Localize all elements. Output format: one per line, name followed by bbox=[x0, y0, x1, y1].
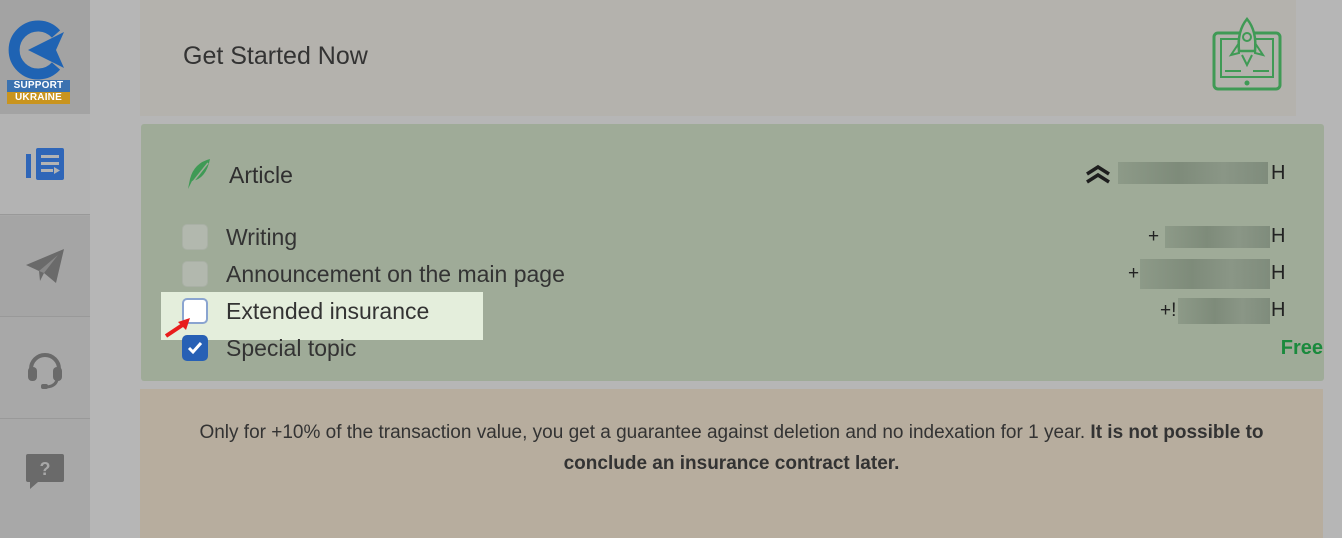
info-text-regular: Only for +10% of the transaction value, … bbox=[199, 422, 1091, 443]
blurred-price bbox=[1165, 226, 1270, 248]
logo-line1: SUPPORT bbox=[7, 80, 70, 92]
option-writing[interactable]: Writing + H bbox=[182, 222, 1286, 252]
announcement-checkbox[interactable] bbox=[182, 261, 208, 287]
help-question-icon: ? bbox=[26, 453, 64, 489]
free-price-label: Free bbox=[1280, 337, 1323, 359]
article-price-currency: H bbox=[1271, 162, 1286, 184]
chevron-double-up-icon[interactable] bbox=[1084, 162, 1112, 184]
sidebar: SUPPORT UKRAINE ? bbox=[0, 0, 90, 538]
paper-plane-icon bbox=[26, 249, 64, 283]
header-card: Get Started Now bbox=[140, 0, 1296, 116]
info-card: Only for +10% of the transaction value, … bbox=[140, 389, 1323, 538]
help-glyph: ? bbox=[40, 459, 51, 479]
support-ukraine-badge: SUPPORT UKRAINE bbox=[7, 80, 70, 104]
option-announcement[interactable]: Announcement on the main page + H bbox=[182, 259, 1286, 289]
logo[interactable]: SUPPORT UKRAINE bbox=[0, 0, 90, 114]
logo-icon bbox=[8, 20, 64, 80]
sidebar-item-support[interactable] bbox=[0, 318, 90, 419]
price-prefix: +! bbox=[1160, 300, 1177, 321]
option-label: Extended insurance bbox=[226, 298, 430, 324]
option-special-topic[interactable]: Special topic Free bbox=[182, 333, 1323, 363]
insurance-info-text: Only for +10% of the transaction value, … bbox=[180, 417, 1283, 479]
logo-line2: UKRAINE bbox=[7, 92, 70, 104]
price-currency: H bbox=[1271, 299, 1286, 321]
blurred-price bbox=[1178, 298, 1270, 324]
writing-checkbox[interactable] bbox=[182, 224, 208, 250]
price-prefix: + bbox=[1128, 263, 1140, 284]
article-title: Article bbox=[229, 162, 293, 188]
sidebar-item-articles[interactable] bbox=[0, 114, 90, 215]
price-currency: H bbox=[1271, 262, 1286, 284]
article-list-icon bbox=[26, 148, 64, 180]
price-currency: H bbox=[1271, 225, 1286, 247]
option-extended-insurance[interactable]: Extended insurance +! H bbox=[182, 296, 1286, 326]
article-card: Article H Writing + H Announcement on th… bbox=[141, 124, 1324, 381]
page-title: Get Started Now bbox=[183, 42, 368, 70]
price-prefix: + bbox=[1148, 226, 1160, 247]
option-label: Special topic bbox=[226, 335, 357, 361]
red-arrow-pointer-icon bbox=[164, 318, 190, 338]
blurred-price bbox=[1140, 259, 1270, 289]
sidebar-item-send[interactable] bbox=[0, 216, 90, 317]
headset-icon bbox=[28, 353, 62, 389]
option-label: Writing bbox=[226, 224, 298, 250]
feather-icon bbox=[188, 159, 210, 189]
blurred-price bbox=[1118, 162, 1268, 184]
option-label: Announcement on the main page bbox=[226, 261, 565, 287]
sidebar-item-help[interactable]: ? bbox=[0, 420, 90, 521]
rocket-laptop-icon bbox=[1212, 17, 1282, 91]
